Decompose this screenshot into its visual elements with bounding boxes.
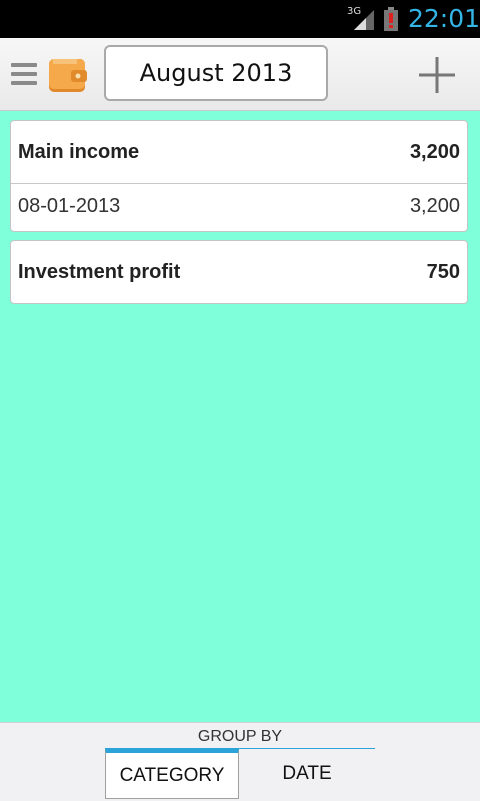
category-card[interactable]: Main income 3,200 08-01-2013 3,200 xyxy=(10,120,468,232)
transaction-row[interactable]: 08-01-2013 3,200 xyxy=(11,183,467,229)
menu-icon[interactable] xyxy=(11,63,37,85)
status-bar: 3G 22:01 xyxy=(0,0,480,38)
category-total: 3,200 xyxy=(409,140,460,163)
category-name: Investment profit xyxy=(18,260,181,283)
month-selector-button[interactable]: August 2013 xyxy=(104,45,328,101)
clock: 22:01 xyxy=(408,4,480,33)
category-header[interactable]: Investment profit 750 xyxy=(11,241,467,303)
plus-icon[interactable] xyxy=(418,56,456,94)
tab-category[interactable]: CATEGORY xyxy=(105,749,239,799)
battery-icon xyxy=(384,7,398,31)
tab-date[interactable]: DATE xyxy=(240,749,374,799)
group-by-label: GROUP BY xyxy=(197,728,283,745)
wallet-icon[interactable] xyxy=(47,56,89,94)
category-header[interactable]: Main income 3,200 xyxy=(11,121,467,183)
category-total: 750 xyxy=(426,260,460,283)
transaction-amount: 3,200 xyxy=(409,195,460,217)
category-card[interactable]: Investment profit 750 xyxy=(10,240,468,304)
category-name: Main income xyxy=(18,140,140,163)
transaction-date: 08-01-2013 xyxy=(18,195,121,217)
group-by-bar: GROUP BY CATEGORY DATE xyxy=(0,722,480,801)
signal-icon xyxy=(354,10,374,30)
action-bar: August 2013 xyxy=(0,38,480,111)
